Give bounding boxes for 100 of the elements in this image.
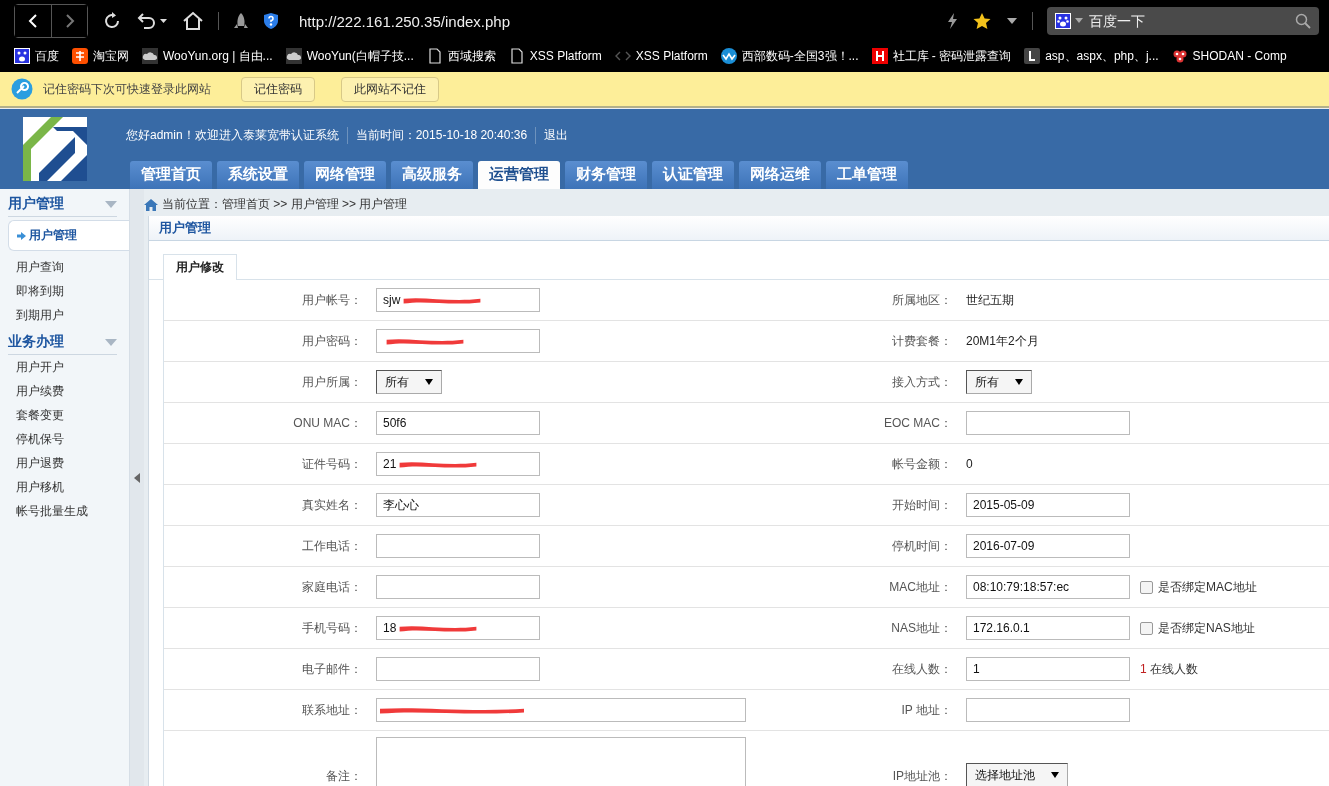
dropdown[interactable]: 所有 — [966, 370, 1032, 394]
field-label: EOC MAC： — [884, 415, 952, 430]
nav-tab[interactable]: 运营管理 — [478, 161, 560, 189]
form-tab[interactable]: 用户修改 — [163, 254, 237, 280]
bookmark-label[interactable]: WooYun.org | 自由... — [163, 47, 273, 65]
input-field[interactable] — [966, 411, 1130, 435]
field-label: 手机号码： — [302, 620, 362, 635]
sidebar-item[interactable]: 用户移机 — [0, 475, 129, 499]
checkbox[interactable] — [1140, 580, 1153, 594]
dropdown-arrow-icon[interactable] — [1006, 17, 1018, 25]
page-icon — [508, 48, 525, 64]
input-field[interactable] — [376, 329, 540, 353]
search-input[interactable]: 百度一下 — [1087, 12, 1291, 30]
home-icon[interactable] — [182, 11, 204, 31]
dots-icon — [1171, 48, 1188, 64]
nav-tab[interactable]: 认证管理 — [652, 161, 734, 189]
bookmark-label[interactable]: 西部数码-全国3强！... — [741, 47, 859, 65]
page-icon — [426, 48, 443, 64]
bookmark-label[interactable]: asp、aspx、php、j... — [1045, 47, 1159, 65]
forward-button[interactable] — [51, 5, 87, 37]
input-field[interactable] — [376, 657, 540, 681]
address-bar[interactable]: http://222.161.250.35/index.php — [299, 12, 510, 30]
input-field[interactable]: 1 — [966, 657, 1130, 681]
checkbox-label[interactable]: 是否绑定NAS地址 — [1158, 619, 1255, 637]
dropdown-arrow-icon[interactable] — [425, 379, 433, 385]
input-field[interactable]: 18 — [376, 616, 540, 640]
input-field[interactable]: 李心心 — [376, 493, 540, 517]
nav-tab[interactable]: 网络管理 — [304, 161, 386, 189]
field-label: 在线人数： — [892, 661, 952, 676]
input-field[interactable] — [376, 575, 540, 599]
sidebar-item[interactable]: 帐号批量生成 — [0, 499, 129, 523]
h-square-icon — [871, 48, 888, 64]
bookmark-label[interactable]: XSS Platform — [635, 49, 708, 63]
arrow-icon — [17, 231, 26, 240]
sidebar-item[interactable]: 用户查询 — [0, 255, 129, 279]
dropdown[interactable]: 所有 — [376, 370, 442, 394]
password-option-button[interactable]: 此网站不记住 — [341, 76, 439, 102]
input-field[interactable] — [376, 534, 540, 558]
sidebar-item[interactable]: 即将到期 — [0, 279, 129, 303]
field-label: 用户密码： — [302, 333, 362, 348]
nav-tab[interactable]: 管理首页 — [130, 161, 212, 189]
field-label: MAC地址： — [889, 579, 952, 594]
field-label: 接入方式： — [892, 374, 952, 389]
star-icon[interactable] — [972, 12, 992, 30]
sidebar-item[interactable]: 到期用户 — [0, 303, 129, 327]
nav-tab[interactable]: 系统设置 — [217, 161, 299, 189]
nav-tab[interactable]: 网络运维 — [739, 161, 821, 189]
field-label: 帐号金额： — [892, 456, 952, 471]
input-field[interactable]: sjw — [376, 288, 540, 312]
sidebar-section-title[interactable]: 用户管理 — [8, 195, 64, 213]
field-label: IP 地址： — [901, 702, 952, 717]
collapse-arrow-icon[interactable] — [134, 473, 140, 483]
input-field[interactable]: 21 — [376, 452, 540, 476]
sidebar-section-title[interactable]: 业务办理 — [8, 333, 64, 351]
bookmark-label[interactable]: WooYun(白帽子技... — [306, 47, 414, 65]
field-label: 证件号码： — [302, 456, 362, 471]
password-option-button[interactable]: 记住密码 — [241, 76, 315, 102]
input-field[interactable]: 50f6 — [376, 411, 540, 435]
sidebar-item[interactable]: 用户续费 — [0, 379, 129, 403]
sidebar-item[interactable]: 用户管理 — [8, 220, 129, 251]
shield-icon[interactable] — [263, 12, 279, 30]
field-label: IP地址池： — [892, 769, 952, 783]
reload-icon[interactable] — [102, 11, 122, 31]
home-icon — [144, 198, 158, 211]
l-square-icon — [1024, 48, 1041, 64]
input-field[interactable]: 2016-07-09 — [966, 534, 1130, 558]
input-field[interactable]: 2015-05-09 — [966, 493, 1130, 517]
input-field[interactable] — [966, 698, 1130, 722]
sidebar-item[interactable]: 用户开户 — [0, 355, 129, 379]
undo-icon[interactable] — [136, 11, 168, 31]
cloud-icon — [142, 48, 158, 64]
bookmark-label[interactable]: XSS Platform — [529, 49, 602, 63]
checkbox-label[interactable]: 是否绑定MAC地址 — [1158, 578, 1257, 596]
field-label: 计费套餐： — [892, 333, 952, 348]
nav-tab[interactable]: 高级服务 — [391, 161, 473, 189]
bookmark-label[interactable]: 西域搜索 — [447, 47, 496, 65]
field-label: 所属地区： — [892, 292, 952, 307]
lightning-icon[interactable] — [946, 12, 958, 30]
dropdown-arrow-icon[interactable] — [1015, 379, 1023, 385]
field-label: 家庭电话： — [302, 579, 362, 594]
bookmark-label[interactable]: 百度 — [35, 47, 59, 65]
sidebar-item[interactable]: 停机保号 — [0, 427, 129, 451]
bookmark-label[interactable]: SHODAN - Comp — [1192, 49, 1287, 63]
input-field[interactable]: 172.16.0.1 — [966, 616, 1130, 640]
nav-tab[interactable]: 工单管理 — [826, 161, 908, 189]
dropdown[interactable]: 选择地址池 — [966, 763, 1068, 786]
sidebar-item[interactable]: 用户退费 — [0, 451, 129, 475]
logout-link[interactable]: 退出 — [535, 127, 577, 144]
checkbox[interactable] — [1140, 621, 1153, 635]
shopping-icon — [72, 48, 88, 64]
rocket-icon[interactable] — [233, 12, 249, 30]
nav-tab[interactable]: 财务管理 — [565, 161, 647, 189]
bookmark-label[interactable]: 淘宝网 — [93, 47, 129, 65]
sidebar-item[interactable]: 套餐变更 — [0, 403, 129, 427]
wave-icon — [720, 48, 737, 64]
input-field[interactable]: 08:10:79:18:57:ec — [966, 575, 1130, 599]
dropdown-arrow-icon[interactable] — [1051, 772, 1059, 778]
input-field[interactable] — [376, 698, 746, 722]
bookmark-label[interactable]: 社工库 - 密码泄露查询 — [892, 47, 1012, 65]
search-field[interactable]: 百度一下 — [1047, 7, 1319, 35]
